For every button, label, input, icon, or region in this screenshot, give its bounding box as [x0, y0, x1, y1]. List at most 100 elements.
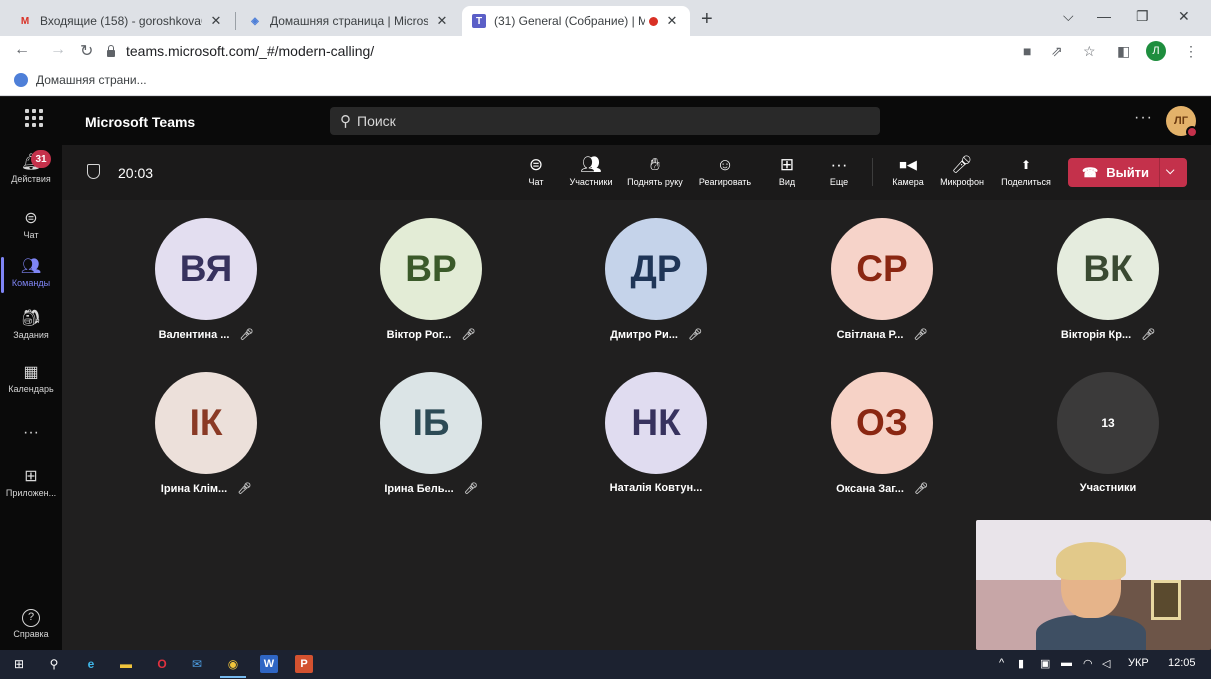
minimize-button[interactable]: — — [1097, 8, 1111, 24]
show-hidden-icons-icon[interactable]: ^ — [999, 657, 1004, 669]
app-tray-icon[interactable]: ▣ — [1040, 657, 1050, 670]
close-icon[interactable]: ✕ — [664, 13, 680, 29]
camera-indicator-icon[interactable]: ■ — [1023, 43, 1031, 59]
microphone-button[interactable]: 🎤︎ Микрофон — [935, 153, 989, 187]
grid-icon: ⊞ — [779, 155, 795, 174]
avatar: ВР — [380, 218, 482, 320]
tab-search-icon[interactable]: ⌵ — [1063, 8, 1074, 25]
tab-teams[interactable]: T (31) General (Собрание) | Mi ✕ — [462, 6, 690, 36]
leave-button[interactable]: ☎ Выйти ⌵ — [1068, 158, 1187, 187]
chevron-down-icon[interactable]: ⌵ — [1166, 165, 1174, 178]
forward-icon[interactable]: → — [50, 41, 66, 59]
close-icon[interactable]: ✕ — [434, 13, 450, 29]
tab-label: (31) General (Собрание) | Mi — [494, 14, 645, 28]
participant-tile[interactable]: ОЗ Оксана Заг... 🎤︎ — [812, 372, 952, 495]
edge-icon[interactable]: e — [82, 655, 100, 673]
rail-item-help[interactable]: ? Справка — [0, 609, 62, 639]
tab-microsoft-home[interactable]: ◈ Домашняя страница | Microsoft ✕ — [238, 6, 460, 36]
chrome-icon[interactable]: ◉ — [220, 655, 246, 678]
back-icon[interactable]: ← — [14, 41, 30, 59]
rail-item-activity[interactable]: 🔔︎ Действия 31 — [0, 150, 62, 184]
react-button[interactable]: ☺ Реагировать — [694, 153, 756, 187]
rail-item-chat[interactable]: ⊜ Чат — [0, 209, 62, 240]
recording-icon — [649, 16, 658, 26]
view-button[interactable]: ⊞ Вид — [774, 153, 800, 187]
help-icon: ? — [22, 609, 40, 627]
app-launcher-icon[interactable] — [25, 109, 43, 127]
microsoft-icon: ◈ — [251, 15, 259, 27]
camera-icon: ■◀ — [899, 157, 917, 172]
language-indicator[interactable]: УКР — [1128, 657, 1149, 669]
participant-tile[interactable]: ВК Вікторія Кр... 🎤︎ — [1038, 218, 1178, 341]
reload-icon[interactable]: ↻ — [80, 41, 93, 61]
avatar-initials: ЛГ — [1174, 115, 1188, 127]
participant-name-row: Вікторія Кр... 🎤︎ — [1060, 328, 1156, 342]
chat-icon: ⊜ — [24, 210, 38, 227]
new-tab-button[interactable]: + — [701, 8, 713, 31]
word-icon[interactable]: W — [260, 655, 278, 673]
participant-tile[interactable]: ВР Віктор Рог... 🎤︎ — [361, 218, 501, 341]
browser-menu-icon[interactable]: ⋮ — [1184, 43, 1198, 60]
raise-hand-button[interactable]: ✋︎ Поднять руку — [622, 153, 688, 187]
participants-overflow-tile[interactable]: 13 Участники — [1038, 372, 1178, 494]
participant-name-row: Участники — [1079, 482, 1137, 494]
participant-name-row: Віктор Рог... 🎤︎ — [386, 328, 476, 342]
self-video-preview[interactable] — [976, 520, 1211, 650]
battery-icon[interactable]: ▬ — [1061, 657, 1072, 669]
camera-button[interactable]: ■◀ Камера — [888, 153, 928, 187]
participant-tile[interactable]: ВЯ Валентина ... 🎤︎ — [136, 218, 276, 341]
microphone-tray-icon[interactable]: ▮ — [1018, 657, 1024, 670]
mic-off-icon: 🎤︎ — [1141, 329, 1156, 341]
mic-off-icon: 🎤︎ — [913, 329, 928, 341]
participants-button[interactable]: 👥︎ Участники — [564, 153, 618, 187]
app-title: Microsoft Teams — [85, 114, 196, 130]
maximize-button[interactable]: ❐ — [1136, 8, 1149, 25]
participant-tile[interactable]: ДР Дмитро Ри... 🎤︎ — [586, 218, 726, 341]
settings-more-icon[interactable]: ··· — [1134, 109, 1153, 127]
chat-button[interactable]: ⊜ Чат — [524, 153, 548, 187]
windows-start-icon[interactable]: ⊞ — [10, 655, 28, 673]
calendar-icon: ▦ — [23, 364, 39, 381]
user-avatar[interactable]: ЛГ — [1166, 106, 1198, 138]
side-panel-icon[interactable]: ◧ — [1117, 43, 1130, 60]
tab-gmail[interactable]: M Входящие (158) - goroshkova69 ✕ — [8, 6, 234, 36]
rail-item-assignments[interactable]: 🎒︎ Задания — [0, 309, 62, 340]
more-button[interactable]: ··· Еще — [826, 153, 852, 187]
participant-tile[interactable]: НК Наталія Ковтун... — [586, 372, 726, 494]
mic-off-icon: 🎤︎ — [461, 329, 476, 341]
share-button[interactable]: ⬆ Поделиться — [997, 153, 1055, 187]
share-icon[interactable]: ⇗ — [1051, 43, 1063, 60]
meeting-timer: 20:03 — [118, 165, 154, 181]
wifi-icon[interactable]: ◠ — [1083, 657, 1093, 670]
assignments-icon: 🎒︎ — [20, 310, 42, 327]
close-icon[interactable]: ✕ — [208, 13, 224, 29]
volume-icon[interactable]: ◁ — [1102, 657, 1110, 670]
bookmark-star-icon[interactable]: ☆ — [1083, 43, 1096, 60]
url-field[interactable]: teams.microsoft.com/_#/modern-calling/ — [106, 39, 1006, 63]
profile-avatar[interactable]: Л — [1146, 41, 1166, 61]
bookmarks-bar: Домашняя страни... — [0, 66, 1211, 96]
search-input[interactable]: ⚲ Поиск — [330, 107, 880, 135]
powerpoint-icon[interactable]: P — [295, 655, 313, 673]
chat-icon: ⊜ — [528, 155, 544, 174]
mic-off-icon: 🎤︎ — [237, 483, 252, 495]
rail-item-apps[interactable]: ⊞ Приложен... — [0, 467, 62, 498]
close-window-button[interactable]: ✕ — [1178, 8, 1190, 25]
bookmark-label: Домашняя страни... — [36, 73, 147, 87]
opera-icon[interactable]: O — [153, 655, 171, 673]
clock[interactable]: 12:05 — [1168, 657, 1196, 669]
gmail-icon: M — [20, 15, 30, 27]
participant-tile[interactable]: ІК Ірина Клім... 🎤︎ — [136, 372, 276, 495]
rail-item-teams[interactable]: 👥︎ Команды — [0, 257, 62, 293]
mail-icon[interactable]: ✉ — [188, 655, 206, 673]
meeting-controls-bar: 20:03 ⊜ Чат 👥︎ Участники ✋︎ Поднять руку… — [62, 145, 1211, 200]
avatar: НК — [605, 372, 707, 474]
file-explorer-icon[interactable]: ▬ — [117, 655, 135, 673]
participant-tile[interactable]: ІБ Ірина Бель... 🎤︎ — [361, 372, 501, 495]
search-icon[interactable]: ⚲ — [45, 655, 63, 673]
bookmark-home[interactable]: Домашняя страни... — [14, 73, 147, 87]
participant-tile[interactable]: СР Світлана Р... 🎤︎ — [812, 218, 952, 341]
mic-off-icon: 🎤︎ — [687, 329, 702, 341]
rail-item-calendar[interactable]: ▦ Календарь — [0, 363, 62, 394]
rail-item-more[interactable]: ··· — [0, 423, 62, 444]
